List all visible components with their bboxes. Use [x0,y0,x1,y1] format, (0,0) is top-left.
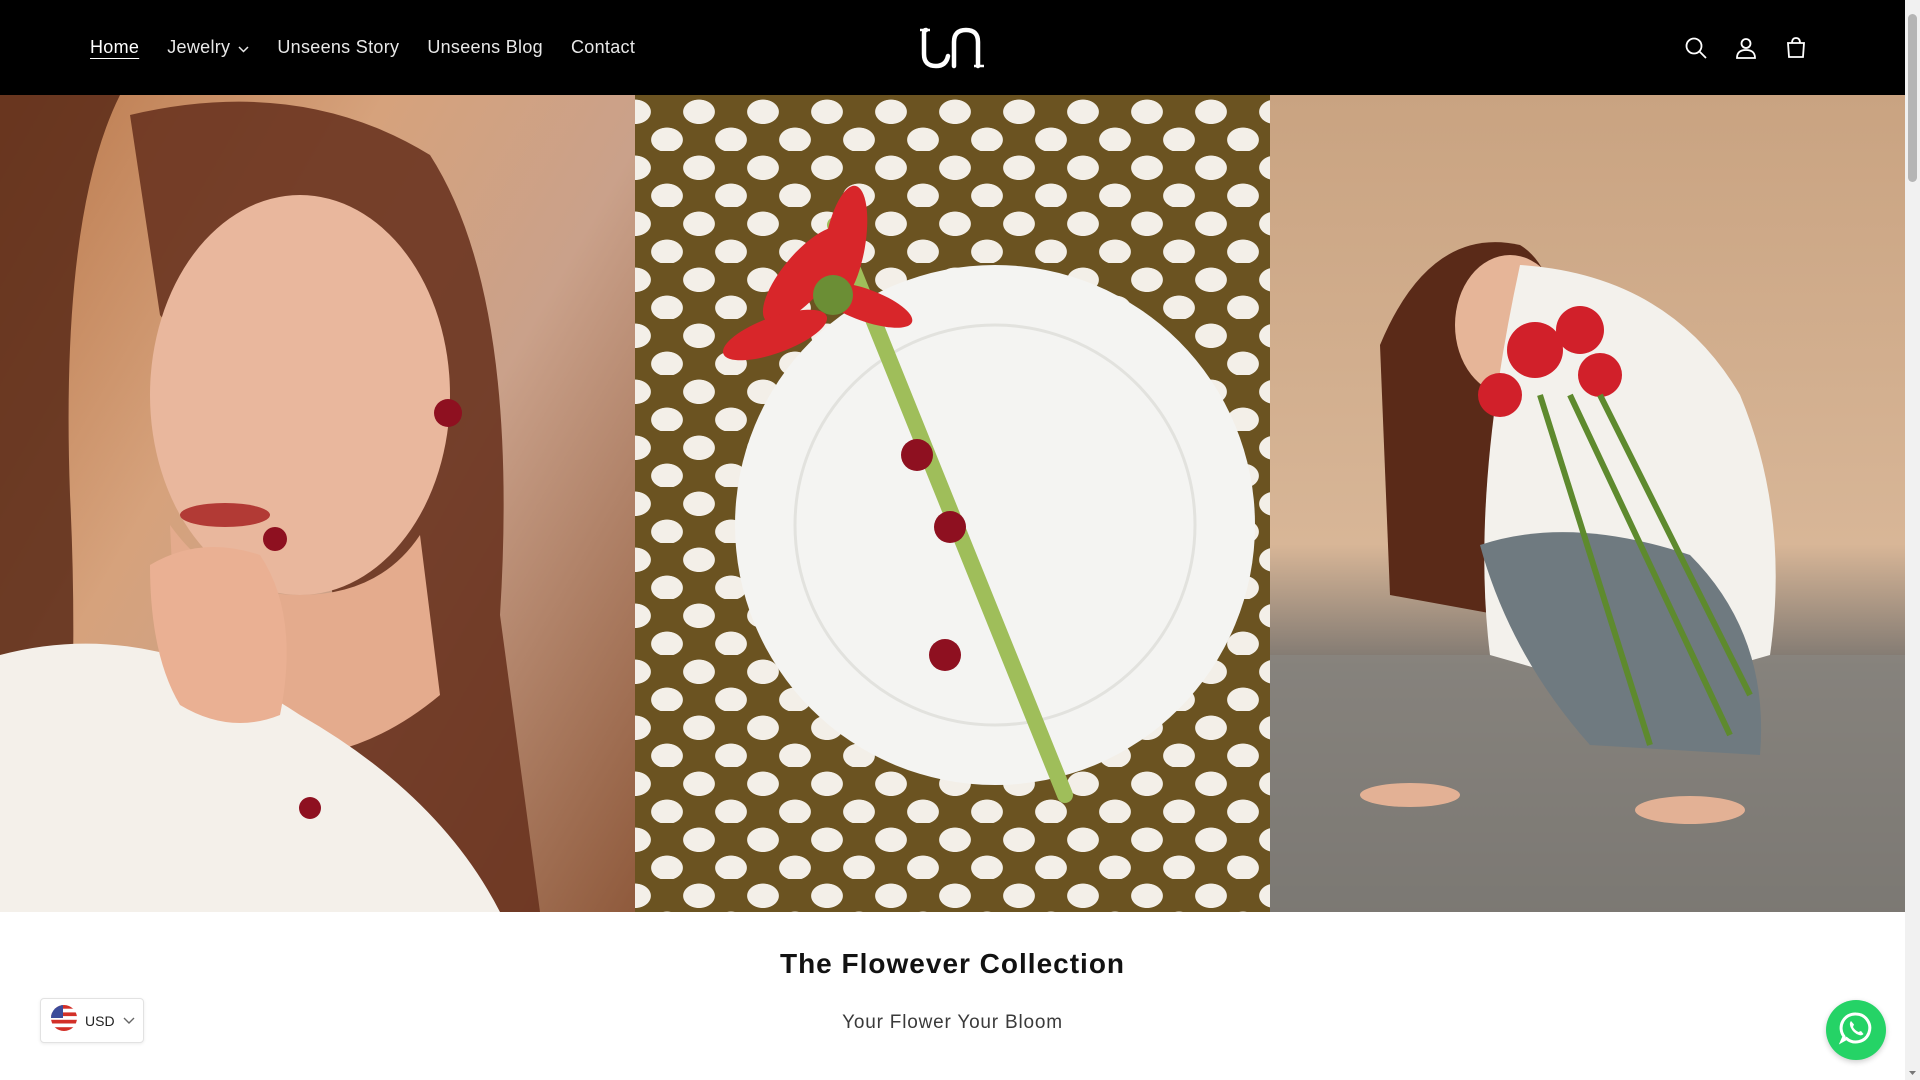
hero-banner [0,95,1905,912]
search-icon[interactable] [1682,34,1710,62]
chevron-down-icon [238,37,249,58]
main-nav: Home Jewelry Unseens Story Unseens Blog … [90,0,663,95]
page-scrollbar[interactable] [1905,0,1920,1080]
model-portrait-image [0,95,635,912]
scroll-down-arrow-icon[interactable] [1908,1069,1917,1078]
nav-contact[interactable]: Contact [571,37,635,58]
whatsapp-icon [1838,1010,1874,1051]
collection-title: The Flowever Collection [779,948,1126,979]
nav-unseens-blog-label: Unseens Blog [427,37,543,57]
nav-jewelry[interactable]: Jewelry [167,37,249,58]
header-actions [1682,0,1810,95]
nav-unseens-story[interactable]: Unseens Story [277,37,399,58]
collection-subtitle: Your Flower Your Bloom [842,1012,1063,1033]
whatsapp-chat-button[interactable] [1826,1000,1886,1060]
nav-unseens-story-label: Unseens Story [277,37,400,57]
plate-flower-image [635,95,1270,912]
scrollbar-thumb[interactable] [1908,14,1917,182]
nav-unseens-blog[interactable]: Unseens Blog [427,37,543,58]
cart-icon[interactable] [1782,34,1810,62]
chevron-down-icon [123,1012,135,1030]
nav-jewelry-label: Jewelry [167,37,231,57]
us-flag-icon [51,1005,77,1036]
nav-contact-label: Contact [570,37,636,57]
nav-home-label: Home [90,37,140,57]
currency-code: USD [85,1012,115,1029]
site-header: Home Jewelry Unseens Story Unseens Blog … [0,0,1905,95]
brand-logo[interactable] [918,22,988,72]
nav-home[interactable]: Home [90,37,139,58]
currency-selector[interactable]: USD [40,998,144,1043]
account-icon[interactable] [1732,34,1760,62]
model-flowers-image [1270,95,1905,912]
